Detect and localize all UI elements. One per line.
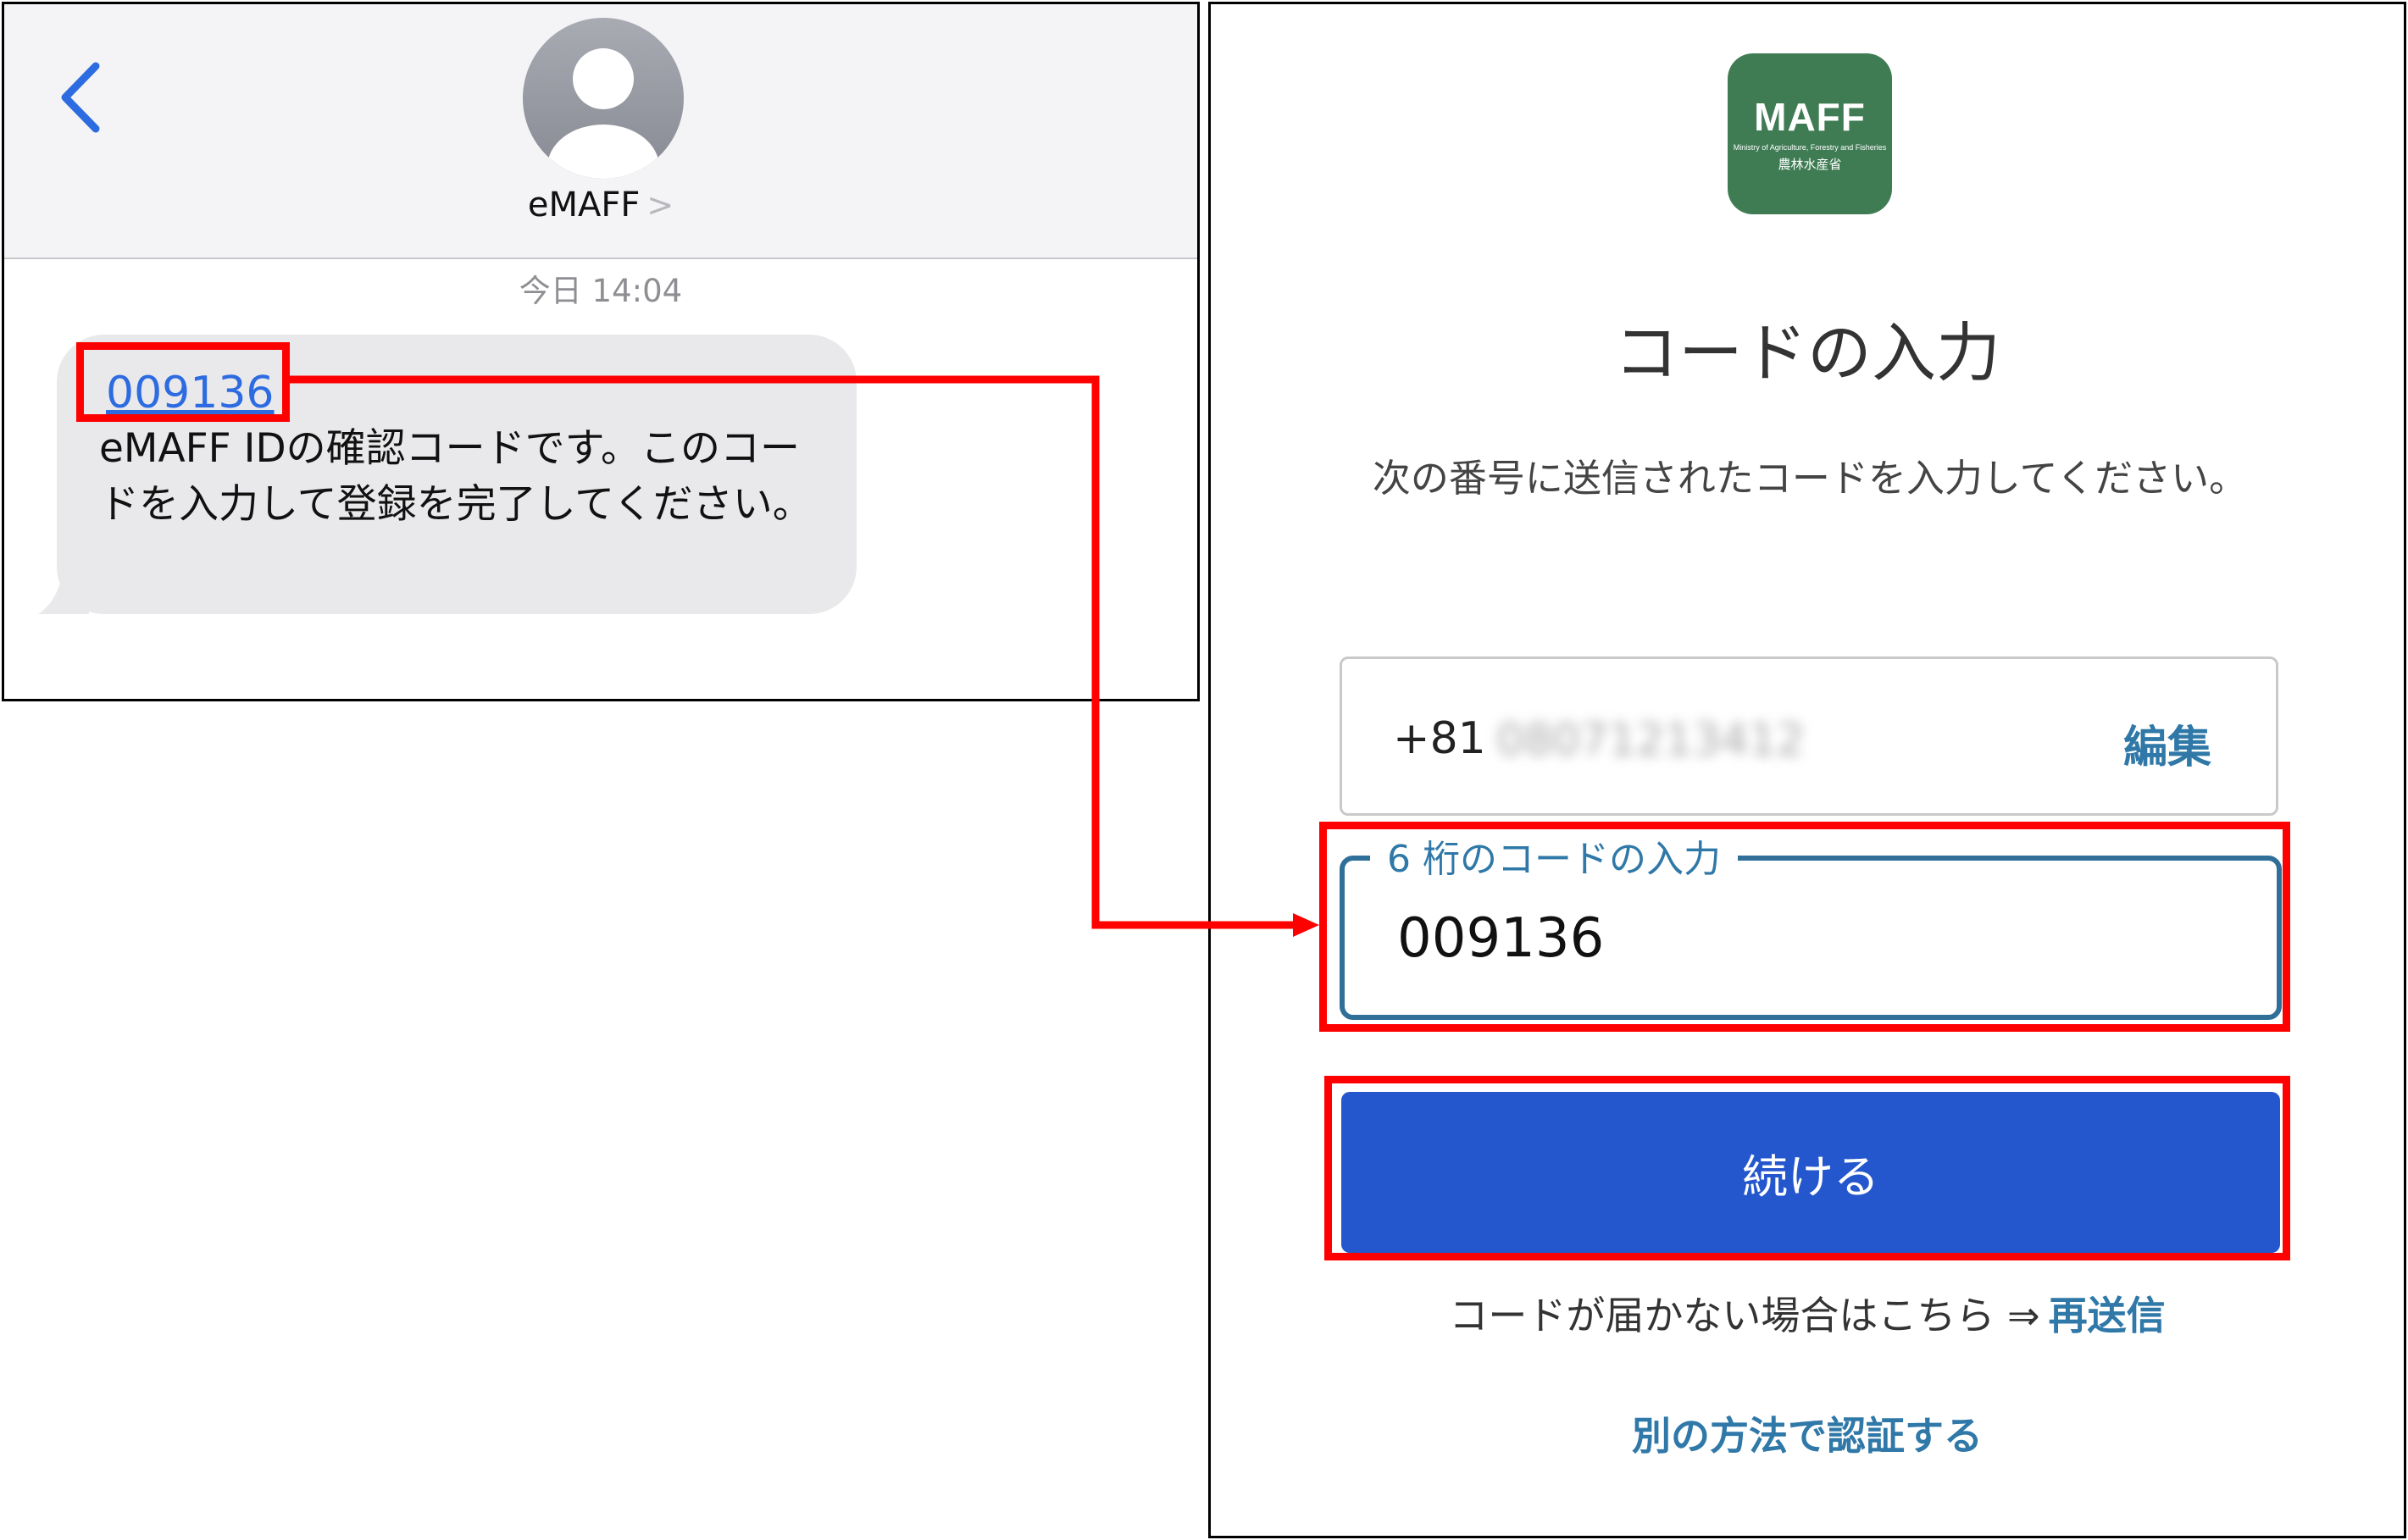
maff-logo: MAFF Ministry of Agriculture, Forestry a… <box>1728 53 1892 214</box>
resend-text: コードが届かない場合はこちら ⇒ <box>1449 1293 2040 1338</box>
highlight-sms-code <box>76 342 290 422</box>
chevron-right-icon: > <box>646 186 674 224</box>
contact-name[interactable]: eMAFF > <box>4 186 1197 224</box>
logo-japanese: 農林水産省 <box>1778 158 1842 172</box>
code-entry-panel: MAFF Ministry of Agriculture, Forestry a… <box>1208 2 2406 1538</box>
highlight-continue-button <box>1324 1076 2290 1260</box>
page-title: コードの入力 <box>1614 315 2000 391</box>
instruction-text: 次の番号に送信されたコードを入力してください。 <box>1372 456 2248 501</box>
phone-display: +81 08071213412 編集 <box>1340 656 2278 816</box>
phone-number: 08071213412 <box>1496 715 1805 766</box>
country-code: +81 <box>1393 713 1486 764</box>
resend-link[interactable]: 再送信 <box>2049 1293 2166 1338</box>
message-timestamp: 今日 14:04 <box>519 273 683 309</box>
edit-phone-link[interactable]: 編集 <box>2123 712 2211 775</box>
sms-header: eMAFF > <box>4 4 1197 259</box>
avatar-icon[interactable] <box>523 18 684 179</box>
message-text: eMAFF IDの確認コードです。このコードを入力して登録を完了してください。 <box>99 425 813 528</box>
chevron-left-icon[interactable] <box>55 59 106 136</box>
alternate-auth-link[interactable]: 別の方法で認証する <box>1211 1405 2404 1461</box>
logo-brand: MAFF <box>1754 95 1866 139</box>
highlight-code-field <box>1319 822 2290 1032</box>
resend-row: コードが届かない場合はこちら ⇒ 再送信 <box>1211 1285 2404 1341</box>
logo-subtitle: Ministry of Agriculture, Forestry and Fi… <box>1733 143 1887 152</box>
